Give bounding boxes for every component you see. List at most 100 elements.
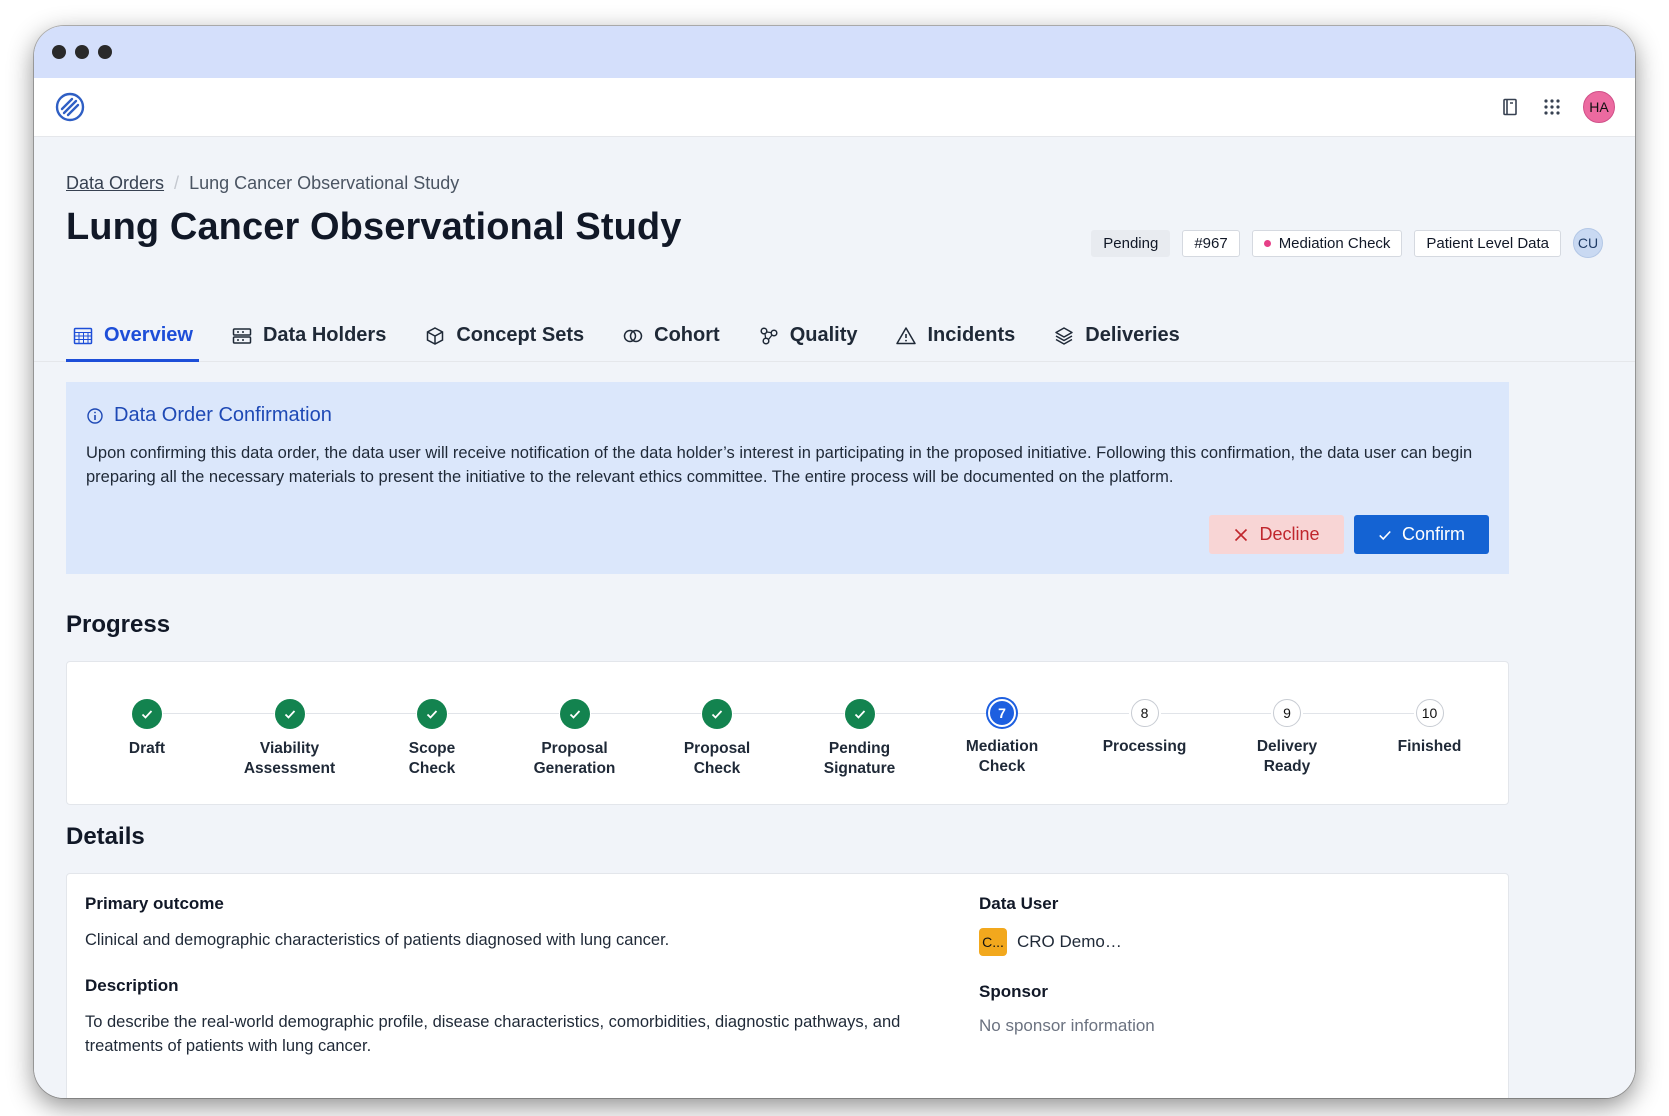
step-label: Viability Assessment xyxy=(243,740,336,777)
description-label: Description xyxy=(85,976,179,995)
details-right: Data User C... CRO Demo… Sponsor No spon… xyxy=(979,894,1379,1036)
tab-overview[interactable]: Overview xyxy=(66,324,199,362)
info-icon xyxy=(87,407,103,424)
check-icon xyxy=(1379,530,1391,540)
step-connector xyxy=(1160,713,1271,714)
progress-step: Viability Assessment xyxy=(215,686,365,779)
progress-step: 9 Delivery Ready xyxy=(1212,686,1362,777)
order-id-badge: #967 xyxy=(1182,229,1240,257)
progress-step: 7 Mediation Check xyxy=(927,686,1077,777)
tab-concept-sets[interactable]: Concept Sets xyxy=(418,324,590,362)
status-badge: Pending xyxy=(1091,229,1171,257)
progress-step: 10 Finished xyxy=(1355,686,1505,757)
step-label: Mediation Check xyxy=(965,738,1039,775)
window-dot[interactable] xyxy=(75,45,89,59)
breadcrumb-current: Lung Cancer Observational Study xyxy=(189,173,460,193)
stage-badge: Mediation Check xyxy=(1251,229,1403,257)
tab-label: Concept Sets xyxy=(456,324,585,346)
progress-title: Progress xyxy=(66,611,171,638)
decline-button[interactable]: Decline xyxy=(1209,515,1344,554)
banner-text: Upon confirming this data order, the dat… xyxy=(86,444,1473,486)
logo-icon[interactable] xyxy=(54,91,86,123)
data-user-label: Data User xyxy=(979,894,1059,913)
book-icon[interactable] xyxy=(1497,94,1523,120)
progress-step: Pending Signature xyxy=(785,686,935,779)
close-icon xyxy=(1235,528,1248,541)
warning-icon xyxy=(896,326,917,344)
step-label: Scope Check xyxy=(408,740,456,777)
window-dot[interactable] xyxy=(52,45,66,59)
window-chrome xyxy=(34,26,1635,78)
step-label: Proposal Generation xyxy=(533,740,616,777)
banner-title-text: Data Order Confirmation xyxy=(114,404,332,426)
tab-deliveries[interactable]: Deliveries xyxy=(1047,324,1186,362)
primary-outcome-label: Primary outcome xyxy=(85,894,224,913)
step-complete-check-icon xyxy=(417,699,447,729)
progress-step: 8 Processing xyxy=(1070,686,1220,757)
breadcrumb-separator: / xyxy=(174,173,180,193)
banner-title: Data Order Confirmation xyxy=(86,404,1489,427)
banner-actions: Decline Confirm xyxy=(1209,515,1489,554)
tab-label: Cohort xyxy=(654,324,720,346)
progress-stepper: Draft Viability Assessment Scope Check Prop… xyxy=(66,661,1509,805)
tab-label: Data Holders xyxy=(262,324,387,346)
status-badges: Pending #967 Mediation Check Patient Lev… xyxy=(1091,228,1603,258)
step-complete-check-icon xyxy=(274,699,305,729)
stage-dot-icon xyxy=(1263,239,1271,247)
step-connector xyxy=(305,713,416,714)
step-connector xyxy=(590,713,701,714)
nodes-icon xyxy=(760,326,778,345)
details-card: Primary outcome Clinical and demographic… xyxy=(66,873,1509,1098)
breadcrumb: Data Orders / Lung Cancer Observational … xyxy=(66,173,1603,194)
progress-step: Draft xyxy=(72,686,222,759)
step-connector xyxy=(875,713,986,714)
window-dot[interactable] xyxy=(98,45,112,59)
step-label: Draft xyxy=(128,740,166,757)
step-label: Proposal Check xyxy=(683,740,751,777)
confirm-button[interactable]: Confirm xyxy=(1354,515,1489,554)
tab-bar: Overview Data Holders Concept Sets Cohor… xyxy=(66,324,1212,362)
step-label: Finished xyxy=(1397,738,1462,755)
step-number: 10 xyxy=(1415,699,1444,727)
tab-quality[interactable]: Quality xyxy=(752,324,864,362)
tab-incidents[interactable]: Incidents xyxy=(889,324,1021,362)
step-connector xyxy=(733,713,844,714)
data-user-row[interactable]: C... CRO Demo… xyxy=(979,928,1379,956)
step-complete-check-icon xyxy=(559,699,590,729)
step-complete-check-icon xyxy=(844,699,875,729)
step-connector xyxy=(448,713,559,714)
step-number: 8 xyxy=(1130,699,1159,727)
page-content: Data Orders / Lung Cancer Observational … xyxy=(34,137,1635,1098)
breadcrumb-link-data-orders[interactable]: Data Orders xyxy=(66,173,164,194)
step-complete-check-icon xyxy=(702,699,732,729)
user-avatar[interactable]: HA xyxy=(1583,91,1615,123)
apps-grid-icon[interactable] xyxy=(1539,94,1565,120)
details-left: Primary outcome Clinical and demographic… xyxy=(85,894,945,1058)
tab-label: Deliveries xyxy=(1085,324,1180,346)
step-label: Pending Signature xyxy=(823,740,896,777)
tab-label: Quality xyxy=(789,324,858,346)
step-connector xyxy=(1303,713,1414,714)
tab-label: Overview xyxy=(104,324,193,346)
data-type-badge: Patient Level Data xyxy=(1414,229,1561,257)
step-complete-check-icon xyxy=(132,699,162,729)
data-user-avatar[interactable]: CU xyxy=(1573,228,1603,258)
overlap-circles-icon xyxy=(623,329,643,342)
tab-cohort[interactable]: Cohort xyxy=(616,324,726,362)
step-label: Processing xyxy=(1102,738,1187,755)
step-label: Delivery Ready xyxy=(1256,738,1318,775)
sponsor-value: No sponsor information xyxy=(979,1016,1155,1035)
step-number: 7 xyxy=(988,699,1016,727)
data-user-name: CRO Demo… xyxy=(1017,932,1122,951)
tab-data-holders[interactable]: Data Holders xyxy=(225,324,392,362)
sponsor-label: Sponsor xyxy=(979,982,1048,1001)
progress-step: Proposal Check xyxy=(642,686,792,779)
browser-window: HA Data Orders / Lung Cancer Observation… xyxy=(34,26,1635,1098)
decline-label: Decline xyxy=(1259,524,1320,544)
progress-step: Proposal Generation xyxy=(500,686,650,779)
step-connector xyxy=(163,713,274,714)
organization-avatar: C... xyxy=(979,928,1007,956)
details-title: Details xyxy=(66,823,145,850)
layers-icon xyxy=(1055,326,1074,345)
confirmation-banner: Data Order Confirmation Upon confirming … xyxy=(66,382,1509,574)
